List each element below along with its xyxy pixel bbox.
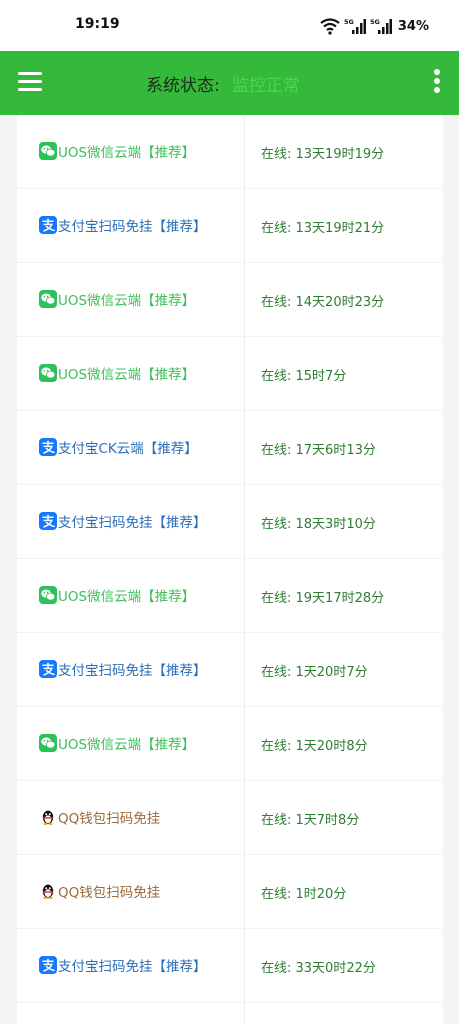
channel-name-link[interactable]: UOS微信云端【推荐】 <box>39 363 195 383</box>
channel-list-area: UOS微信云端【推荐】 在线: 13天19时19分 支付宝扫码免挂【推荐】 在线: … <box>0 115 459 1024</box>
list-item: 支付宝扫码免挂【推荐】 在线: 1天20时7分 <box>17 633 443 707</box>
list-item: 支付宝扫码免挂【推荐】 在线: 13天19时21分 <box>17 189 443 263</box>
hamburger-menu-icon[interactable] <box>14 69 46 97</box>
wechat-icon <box>39 364 57 382</box>
title-label: 系统状态: <box>146 76 220 96</box>
alipay-icon <box>39 660 57 678</box>
channel-list-card: UOS微信云端【推荐】 在线: 13天19时19分 支付宝扫码免挂【推荐】 在线: … <box>17 115 443 1024</box>
channel-name-link[interactable]: 支付宝扫码免挂【推荐】 <box>39 511 207 531</box>
channel-name-link[interactable]: QQ钱包扫码免挂 <box>39 807 160 827</box>
online-duration: 在线: 1天20时8分 <box>261 739 368 754</box>
wifi-icon <box>320 18 340 35</box>
online-duration: 在线: 14天20时23分 <box>261 295 385 310</box>
channel-name-link[interactable]: UOS微信云端【推荐】 <box>39 733 195 753</box>
qq-penguin-icon <box>42 810 54 825</box>
channel-name: UOS微信云端【推荐】 <box>58 589 196 605</box>
list-item: UOS微信云端【推荐】 在线: 14天20时23分 <box>17 263 443 337</box>
status-icons: 5G 5G 34% <box>320 16 429 36</box>
channel-name-link[interactable]: 支付宝扫码免挂【推荐】 <box>39 955 207 975</box>
list-item: 支付宝扫码免挂【推荐】 在线: 33天0时22分 <box>17 929 443 1003</box>
channel-name-link[interactable]: UOS微信云端【推荐】 <box>39 289 195 309</box>
channel-name: 支付宝扫码免挂【推荐】 <box>58 219 207 235</box>
channel-name-link[interactable]: 支付宝扫码免挂【推荐】 <box>39 215 207 235</box>
wechat-icon <box>39 734 57 752</box>
channel-name: 支付宝CK云端【推荐】 <box>58 441 198 457</box>
online-duration: 在线: 13天19时19分 <box>261 147 385 162</box>
clock: 19:19 <box>75 16 120 32</box>
app-bar: 系统状态: 监控正常 <box>0 51 459 115</box>
online-duration: 在线: 1天20时7分 <box>261 665 368 680</box>
page-title: 系统状态: 监控正常 <box>146 71 300 96</box>
online-duration: 在线: 1时20分 <box>261 887 347 902</box>
online-duration: 在线: 19天17时28分 <box>261 591 385 606</box>
list-item: UOS微信云端【推荐】 在线: 19天17时28分 <box>17 559 443 633</box>
online-duration: 在线: 15时7分 <box>261 369 347 384</box>
channel-name: 支付宝扫码免挂【推荐】 <box>58 959 207 975</box>
channel-name-link[interactable]: 支付宝扫码免挂【推荐】 <box>39 659 207 679</box>
system-status-value: 监控正常 <box>231 76 300 96</box>
channel-name-link[interactable]: 支付宝CK云端【推荐】 <box>39 437 198 457</box>
channel-name: QQ钱包扫码免挂 <box>58 885 161 901</box>
qq-penguin-icon <box>42 884 54 899</box>
online-duration: 在线: 33天0时22分 <box>261 961 376 976</box>
network-type-1: 5G <box>344 18 354 26</box>
channel-name: UOS微信云端【推荐】 <box>58 367 196 383</box>
online-duration: 在线: 1天7时8分 <box>261 813 360 828</box>
channel-name-link[interactable]: UOS微信云端【推荐】 <box>39 585 195 605</box>
list-item: UOS微信云端【推荐】 在线: 15时7分 <box>17 337 443 411</box>
list-item: 支付宝CK云端【推荐】 在线: 17天6时13分 <box>17 411 443 485</box>
wechat-icon <box>39 586 57 604</box>
online-duration: 在线: 18天3时10分 <box>261 517 376 532</box>
network-type-2: 5G <box>370 18 380 26</box>
channel-name: 支付宝扫码免挂【推荐】 <box>58 663 207 679</box>
list-item: UOS微信云端【推荐】 在线: 13天19时19分 <box>17 115 443 189</box>
channel-name: 支付宝扫码免挂【推荐】 <box>58 515 207 531</box>
alipay-icon <box>39 216 57 234</box>
alipay-icon <box>39 512 57 530</box>
channel-name: QQ钱包扫码免挂 <box>58 811 161 827</box>
channel-name: UOS微信云端【推荐】 <box>58 737 196 753</box>
alipay-icon <box>39 956 57 974</box>
system-status-bar: 19:19 5G 5G 34% <box>0 0 459 51</box>
signal-icon: 5G <box>344 18 366 34</box>
more-vertical-icon[interactable] <box>425 67 449 99</box>
online-duration: 在线: 13天19时21分 <box>261 221 385 236</box>
channel-name: UOS微信云端【推荐】 <box>58 145 196 161</box>
wechat-icon <box>39 290 57 308</box>
battery-level: 34% <box>397 18 429 34</box>
alipay-icon <box>39 438 57 456</box>
channel-name: UOS微信云端【推荐】 <box>58 293 196 309</box>
list-item: QQ钱包扫码免挂 在线: 1时20分 <box>17 855 443 929</box>
list-item: QQ钱包扫码免挂 在线: 1天7时8分 <box>17 781 443 855</box>
list-item: UOS微信云端【推荐】 在线: 1天20时8分 <box>17 707 443 781</box>
signal-icon: 5G <box>370 18 392 34</box>
channel-name-link[interactable]: UOS微信云端【推荐】 <box>39 141 195 161</box>
list-item: 支付宝扫码免挂【推荐】 在线: 18天3时10分 <box>17 485 443 559</box>
online-duration: 在线: 17天6时13分 <box>261 443 376 458</box>
channel-name-link[interactable]: QQ钱包扫码免挂 <box>39 881 160 901</box>
wechat-icon <box>39 142 57 160</box>
row-divider <box>17 1002 443 1003</box>
